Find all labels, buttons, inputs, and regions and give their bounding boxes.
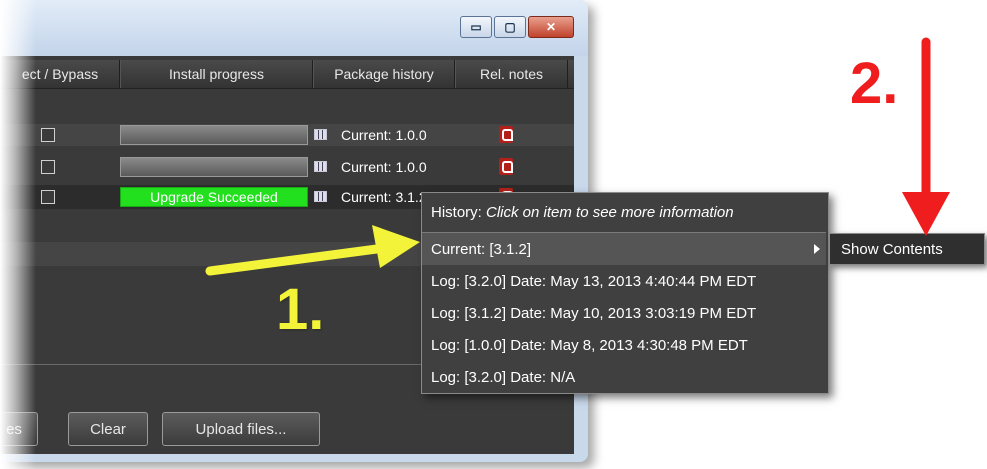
partial-button[interactable]: es (0, 412, 38, 446)
menu-header-label: History: (431, 204, 482, 221)
menu-item-current[interactable]: Current: [3.1.2] (422, 233, 826, 265)
menu-item-log[interactable]: Log: [3.1.2] Date: May 10, 2013 3:03:19 … (422, 297, 826, 329)
package-history-value[interactable]: Current: 1.0.0 (341, 127, 427, 143)
bypass-checkbox[interactable] (41, 190, 55, 204)
window-controls: ▭ ▢ ✕ (460, 16, 574, 38)
column-header-install-progress[interactable]: Install progress (120, 60, 313, 88)
close-button[interactable]: ✕ (528, 16, 574, 38)
table-header: ect / Bypass Install progress Package hi… (0, 60, 574, 89)
grid-icon[interactable] (314, 161, 327, 172)
red-arrow (902, 37, 950, 236)
step-2-label: 2. (850, 51, 899, 116)
table-row[interactable]: Current: 1.0.0 (0, 156, 574, 178)
install-progress-bar (120, 125, 308, 145)
maximize-button[interactable]: ▢ (494, 16, 526, 38)
install-progress-bar (120, 157, 308, 177)
show-contents-menu-item[interactable]: Show Contents (829, 233, 985, 265)
history-context-menu: History: Click on item to see more infor… (421, 192, 829, 394)
menu-item-log[interactable]: Log: [1.0.0] Date: May 8, 2013 4:30:48 P… (422, 329, 826, 361)
menu-item-log[interactable]: Log: [3.2.0] Date: N/A (422, 361, 826, 393)
install-progress-bar: Upgrade Succeeded (120, 187, 308, 207)
column-header-package-history[interactable]: Package history (313, 60, 455, 88)
grid-icon[interactable] (314, 129, 327, 140)
bypass-checkbox[interactable] (41, 160, 55, 174)
menu-header: History: Click on item to see more infor… (422, 193, 826, 233)
menu-header-hint: Click on item to see more information (486, 204, 734, 221)
menu-item-log[interactable]: Log: [3.2.0] Date: May 13, 2013 4:40:44 … (422, 265, 826, 297)
bypass-checkbox[interactable] (41, 128, 55, 142)
package-history-value[interactable]: Current: 3.1.2 (341, 189, 427, 205)
clear-button[interactable]: Clear (68, 412, 148, 446)
table-row[interactable]: Current: 1.0.0 (0, 124, 574, 146)
grid-icon[interactable] (314, 191, 327, 202)
column-header-bypass[interactable]: ect / Bypass (0, 60, 120, 88)
minimize-button[interactable]: ▭ (460, 16, 492, 38)
upload-files-button[interactable]: Upload files... (162, 412, 320, 446)
step-1-label: 1. (276, 277, 325, 342)
pdf-icon[interactable] (499, 126, 513, 143)
package-history-value[interactable]: Current: 1.0.0 (341, 159, 427, 175)
menu-item-label: Current: [3.1.2] (431, 240, 532, 258)
pdf-icon[interactable] (499, 158, 513, 175)
column-header-rel-notes[interactable]: Rel. notes (455, 60, 568, 88)
submenu-arrow-icon (814, 244, 820, 254)
title-bar: ▭ ▢ ✕ (0, 0, 588, 56)
